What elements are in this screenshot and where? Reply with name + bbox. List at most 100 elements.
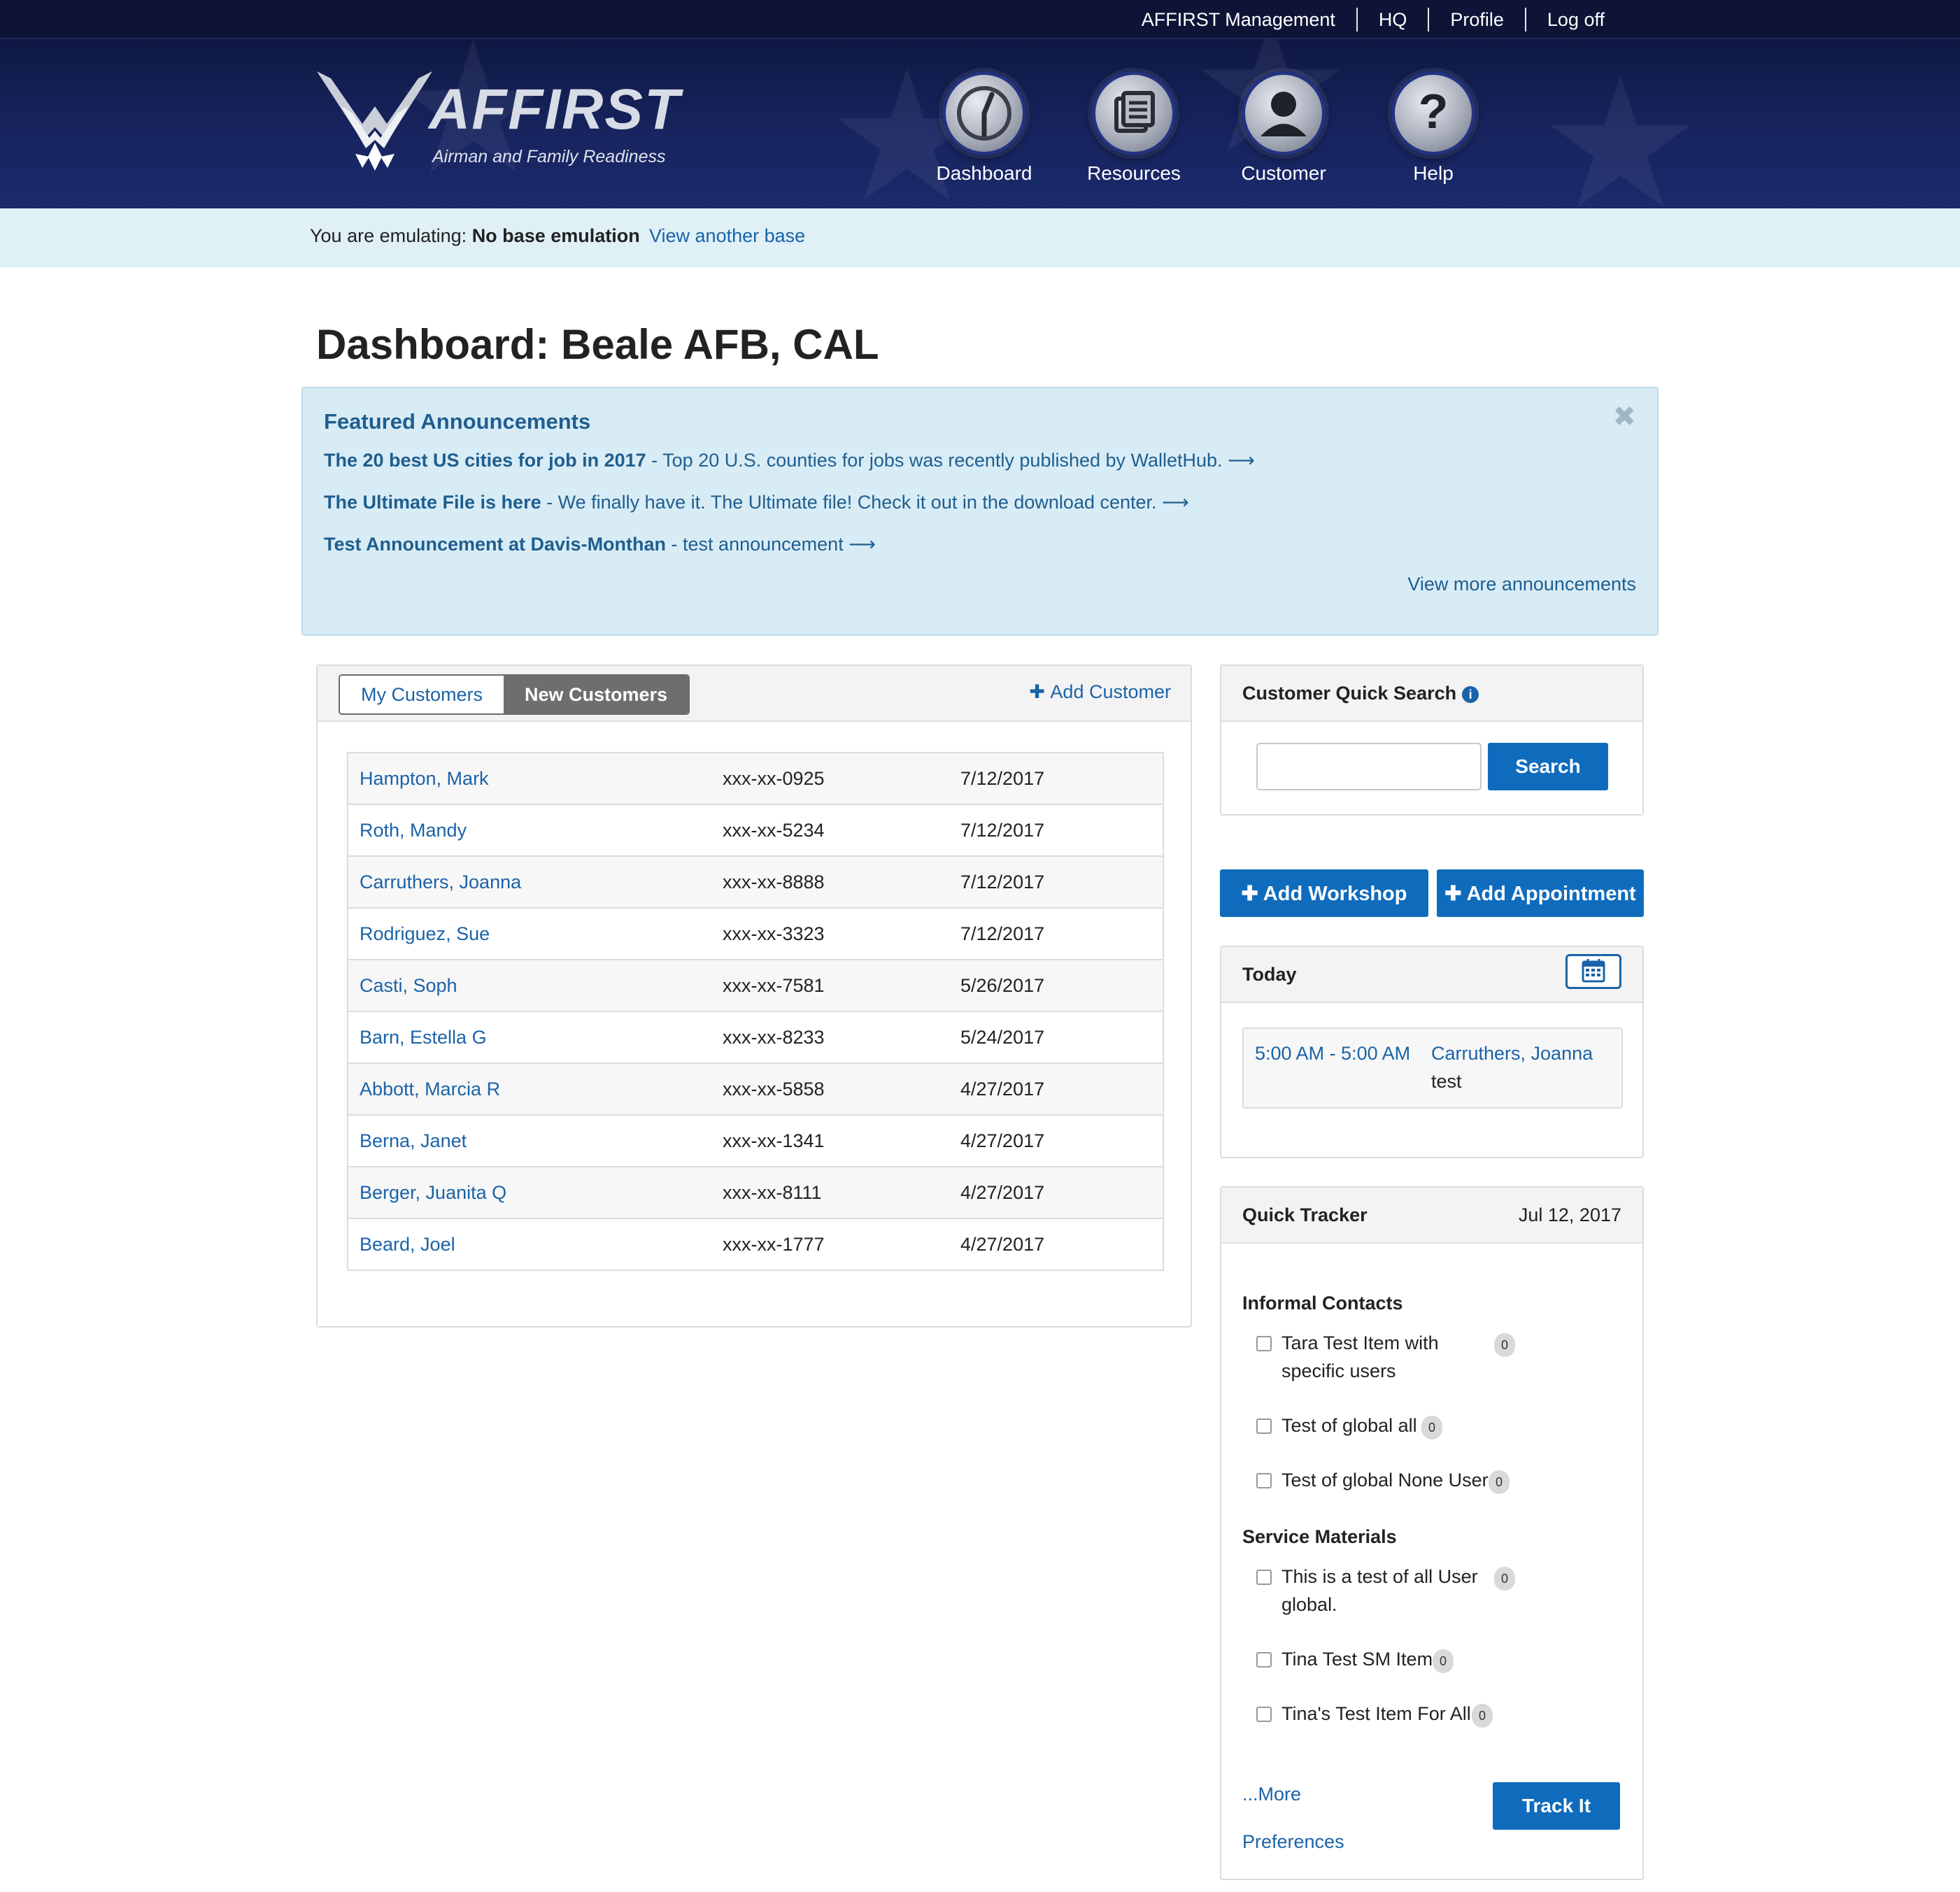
customer-name-link[interactable]: Carruthers, Joanna [360,872,521,892]
customer-name-link[interactable]: Berger, Juanita Q [360,1182,506,1203]
customer-ssn: xxx-xx-8111 [723,1181,822,1203]
tracker-checkbox[interactable] [1256,1418,1272,1434]
table-cell: Hampton, Mark [348,752,711,804]
add-appointment-button[interactable]: ✚ Add Appointment [1437,869,1644,917]
tab-new-customers[interactable]: New Customers [504,676,689,713]
emulation-bar: You are emulating: No base emulation Vie… [0,208,1960,267]
nav-dashboard[interactable]: Dashboard [909,71,1059,185]
table-cell: Rodriguez, Sue [348,907,711,960]
quick-search-header: Customer Quick Search i [1221,666,1642,722]
close-icon[interactable]: ✖ [1612,401,1636,433]
nav-help[interactable]: ? Help [1358,71,1508,185]
info-icon[interactable]: i [1462,686,1479,703]
plus-icon: ✚ [1029,681,1051,702]
customer-name-link[interactable]: Barn, Estella G [360,1027,487,1048]
table-cell: Roth, Mandy [348,804,711,856]
announcement-item[interactable]: The Ultimate File is here - We finally h… [324,492,1189,513]
count-badge: 0 [1489,1470,1510,1494]
nav-customer-label: Customer [1241,162,1326,184]
tracker-item[interactable]: This is a test of all User global. [1256,1563,1494,1619]
announcement-text: - We finally have it. The Ultimate file!… [541,492,1189,513]
table-cell: Carruthers, Joanna [348,855,711,908]
profile-link[interactable]: Profile [1429,8,1525,31]
affirst-management-link[interactable]: AFFIRST Management [1121,8,1356,31]
tracker-item-label: This is a test of all User global. [1281,1566,1478,1615]
view-another-base-link[interactable]: View another base [649,225,805,247]
today-title: Today [1242,964,1297,985]
customer-name-link[interactable]: Abbott, Marcia R [360,1079,500,1100]
announcements-panel: Featured Announcements ✖ The 20 best US … [301,387,1659,636]
add-customer-button[interactable]: ✚ Add Customer [1029,681,1171,703]
emulation-status: You are emulating: No base emulation [310,225,640,247]
section-informal-contacts: Informal Contacts [1242,1293,1403,1314]
section-service-materials: Service Materials [1242,1526,1397,1547]
tracker-item[interactable]: Tara Test Item with specific users [1256,1329,1494,1385]
tracker-item-label: Test of global None User. [1281,1470,1493,1491]
tracker-checkbox[interactable] [1256,1570,1272,1585]
nav-help-label: Help [1413,162,1454,184]
tracker-item[interactable]: Test of global all [1256,1411,1417,1439]
table-cell: xxx-xx-8233 [711,1011,949,1063]
person-icon [1242,71,1326,155]
nav-customer[interactable]: Customer [1209,71,1358,185]
quick-tracker-panel: Quick Tracker Jul 12, 2017 Informal Cont… [1220,1186,1644,1880]
customer-name-link[interactable]: Casti, Soph [360,975,457,996]
table-cell: 7/12/2017 [949,804,1163,856]
customer-ssn: xxx-xx-8888 [723,871,825,892]
emulation-prefix: You are emulating: [310,225,467,246]
quick-search-title: Customer Quick Search i [1242,683,1479,704]
customer-name-link[interactable]: Roth, Mandy [360,820,467,841]
customer-name-link[interactable]: Hampton, Mark [360,768,489,789]
table-cell: xxx-xx-5858 [711,1062,949,1115]
table-cell: 4/27/2017 [949,1062,1163,1115]
count-badge: 0 [1494,1567,1515,1591]
appointment-card[interactable]: 5:00 AM - 5:00 AM Carruthers, Joanna tes… [1242,1027,1623,1109]
tracker-item[interactable]: Test of global None User. [1256,1466,1493,1494]
customer-ssn: xxx-xx-8233 [723,1026,825,1048]
tracker-item-label: Tara Test Item with specific users [1281,1332,1439,1381]
nav-resources[interactable]: Resources [1059,71,1209,185]
appointment-customer[interactable]: Carruthers, Joanna [1431,1043,1593,1065]
table-cell: xxx-xx-8888 [711,855,949,908]
nav-dashboard-label: Dashboard [936,162,1032,184]
tracker-checkbox[interactable] [1256,1707,1272,1722]
customer-ssn: xxx-xx-5234 [723,819,825,841]
tracker-checkbox[interactable] [1256,1473,1272,1488]
tracker-item-label: Tina's Test Item For All [1281,1703,1471,1724]
main-nav: Dashboard Resources Customer ? Help [909,71,1508,185]
calendar-icon[interactable] [1565,954,1621,989]
customer-name-link[interactable]: Berna, Janet [360,1130,467,1151]
announcement-item[interactable]: Test Announcement at Davis-Monthan - tes… [324,534,876,555]
search-input[interactable] [1256,743,1482,790]
add-workshop-button[interactable]: ✚ Add Workshop [1220,869,1428,917]
logoff-link[interactable]: Log off [1526,8,1626,31]
track-it-button[interactable]: Track It [1493,1782,1620,1830]
count-badge: 0 [1421,1416,1442,1439]
customer-name-link[interactable]: Rodriguez, Sue [360,923,490,944]
tracker-item[interactable]: Tina Test SM Item [1256,1645,1433,1673]
more-link[interactable]: ...More [1242,1784,1301,1805]
customer-ssn: xxx-xx-3323 [723,923,825,944]
customer-name-link[interactable]: Beard, Joel [360,1234,455,1255]
preferences-link[interactable]: Preferences [1242,1831,1344,1853]
tracker-checkbox[interactable] [1256,1336,1272,1351]
announcement-text: - Top 20 U.S. counties for jobs was rece… [646,450,1255,471]
customer-date: 4/27/2017 [960,1233,1045,1255]
table-row: Roth, Mandy xxx-xx-5234 7/12/2017 [348,804,1163,856]
table-cell: Berger, Juanita Q [348,1166,711,1218]
customer-date: 7/12/2017 [960,819,1045,841]
tracker-checkbox[interactable] [1256,1652,1272,1667]
hq-link[interactable]: HQ [1358,8,1428,31]
view-more-announcements-link[interactable]: View more announcements [1407,574,1636,595]
tab-my-customers[interactable]: My Customers [340,676,504,713]
add-appointment-label: Add Appointment [1466,883,1636,905]
search-button[interactable]: Search [1488,743,1608,790]
table-cell: xxx-xx-1777 [711,1218,949,1270]
add-workshop-label: Add Workshop [1263,883,1407,905]
affirst-logo[interactable]: AFFIRST Airman and Family Readiness [313,64,705,183]
table-cell: Barn, Estella G [348,1011,711,1063]
site-header: ★ ★ ★ ★ AFFIRST Airman and Family Readin… [0,39,1960,208]
appointment-time[interactable]: 5:00 AM - 5:00 AM [1255,1043,1410,1065]
announcement-item[interactable]: The 20 best US cities for job in 2017 - … [324,450,1255,471]
tracker-item[interactable]: Tina's Test Item For All [1256,1700,1471,1728]
